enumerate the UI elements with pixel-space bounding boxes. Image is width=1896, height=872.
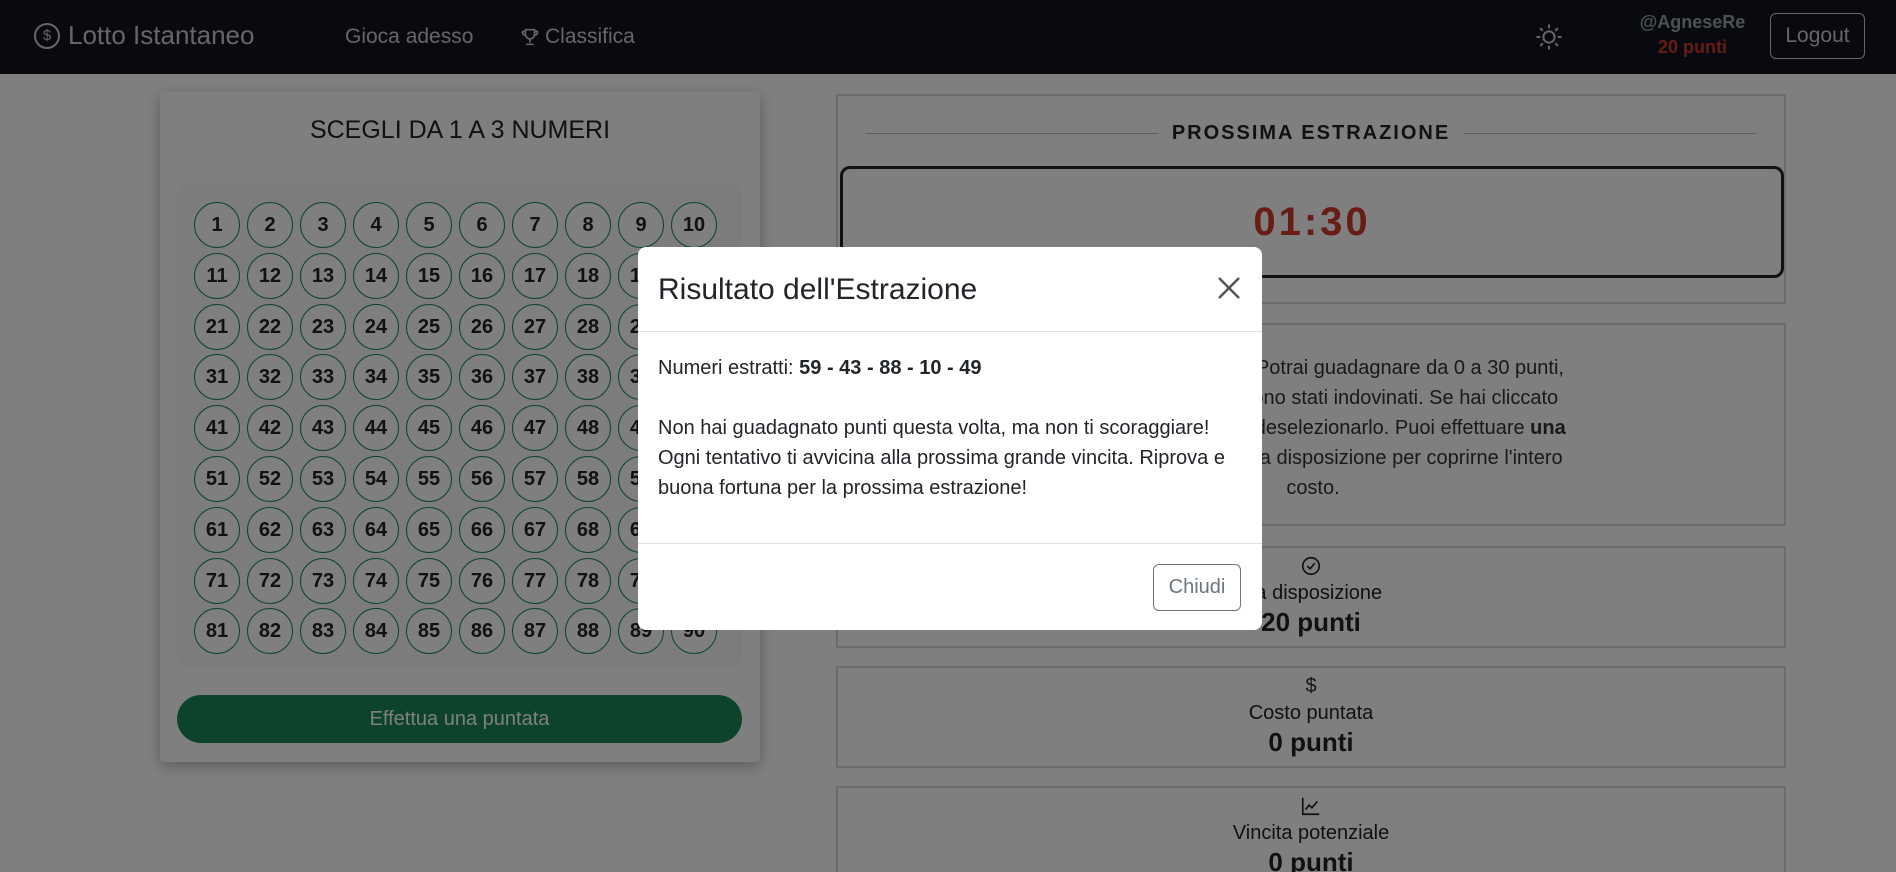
modal-footer: Chiudi xyxy=(638,543,1262,630)
modal-header: Risultato dell'Estrazione xyxy=(638,247,1262,332)
drawn-numbers-line: Numeri estratti: 59 - 43 - 88 - 10 - 49 xyxy=(658,353,1248,383)
drawn-numbers: 59 - 43 - 88 - 10 - 49 xyxy=(799,357,982,379)
close-button[interactable]: Chiudi xyxy=(1153,564,1241,611)
modal-title: Risultato dell'Estrazione xyxy=(658,273,978,306)
modal-body: Numeri estratti: 59 - 43 - 88 - 10 - 49 … xyxy=(658,353,1248,503)
drawn-label: Numeri estratti: xyxy=(658,357,794,379)
close-icon[interactable] xyxy=(1214,273,1244,303)
draw-result-modal: Risultato dell'Estrazione Numeri estratt… xyxy=(638,247,1262,630)
result-message: Non hai guadagnato punti questa volta, m… xyxy=(658,417,1225,499)
